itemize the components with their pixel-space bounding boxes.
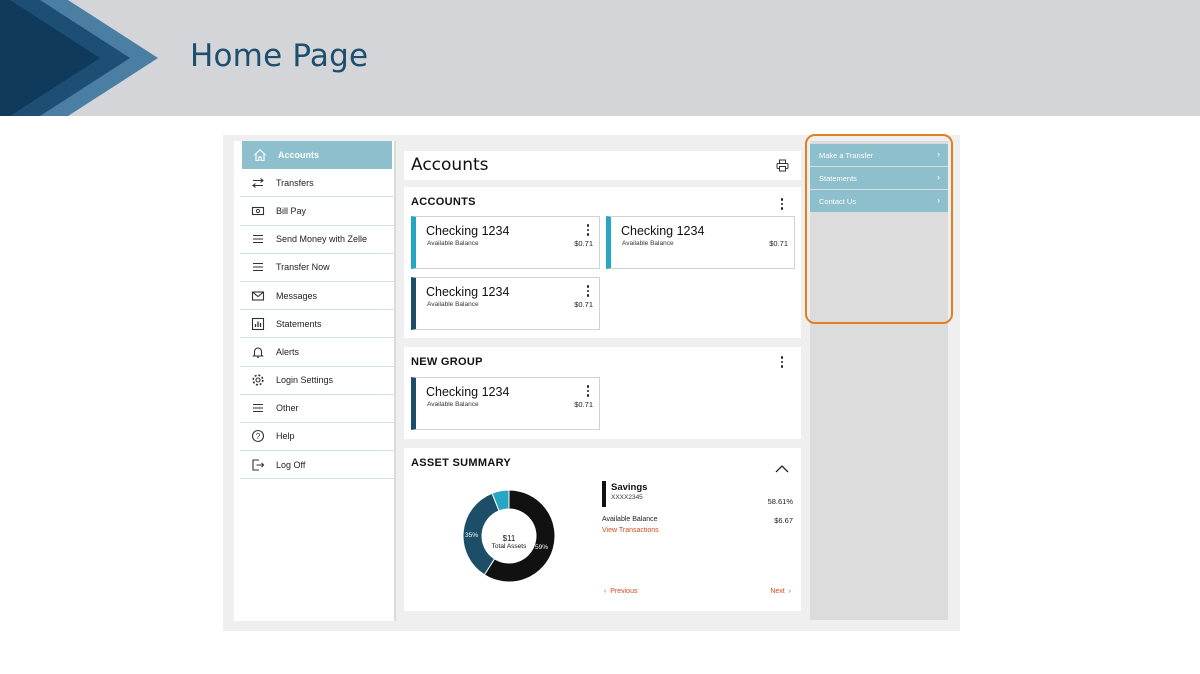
sidebar-item-label: Accounts [278,150,320,161]
sidebar-item-alerts[interactable]: Alerts [240,338,394,367]
menu-icon [250,400,266,416]
available-balance-amount: $6.67 [774,516,793,525]
chevron-logo-icon [0,0,158,116]
slide: Home Page Accounts Transfers Bill Pay Se… [0,0,1200,674]
sidebar-item-label: Transfers [276,177,314,188]
callout-highlight-box [805,134,953,324]
sidebar-item-help[interactable]: ? Help [240,423,394,452]
more-options-icon[interactable] [777,355,787,369]
sidebar-item-label: Statements [276,318,322,329]
header-banner: Home Page [0,0,1200,116]
previous-label: Previous [610,588,638,595]
legend-account-name: Savings [611,482,648,493]
svg-text:?: ? [256,432,261,441]
section-title: ACCOUNTS [411,196,476,208]
account-card[interactable]: Checking 1234 Available Balance $0.71 [411,216,600,269]
previous-link[interactable]: ‹ Previous [604,588,637,595]
sidebar-item-label: Login Settings [276,375,334,386]
sidebar-item-login-settings[interactable]: Login Settings [240,367,394,395]
menu-icon [250,259,266,275]
account-balance: $0.71 [574,239,593,248]
sidebar-item-label: Alerts [276,346,300,357]
accounts-section: ACCOUNTS Checking 1234 Available Balance… [404,187,801,338]
next-label: Next [770,588,785,595]
account-balance-label: Available Balance [622,240,674,247]
menu-icon [250,231,266,247]
more-options-icon[interactable] [583,384,593,398]
sidebar-item-transfers[interactable]: Transfers [240,169,394,198]
chevron-up-icon[interactable] [775,460,789,478]
sidebar-item-messages[interactable]: Messages [240,282,394,311]
account-balance-label: Available Balance [427,240,479,247]
account-balance-label: Available Balance [427,301,479,308]
sidebar-item-transfer-now[interactable]: Transfer Now [240,254,394,282]
page-header: Accounts [404,151,801,180]
more-options-icon[interactable] [583,284,593,298]
account-balance: $0.71 [574,400,593,409]
account-balance: $0.71 [574,300,593,309]
bill-icon [250,203,266,219]
more-options-icon[interactable] [777,197,787,211]
account-balance: $0.71 [769,239,788,248]
legend-percent: 58.61% [767,497,793,506]
sidebar-nav: Accounts Transfers Bill Pay Send Money w… [234,141,396,621]
bell-icon [250,344,266,360]
section-title: ASSET SUMMARY [411,457,512,469]
sidebar-item-label: Other [276,403,299,414]
new-group-section: NEW GROUP Checking 1234 Available Balanc… [404,347,801,439]
segment-percent-label: 59% [535,544,549,551]
transfer-arrows-icon [250,175,266,191]
home-icon [252,147,268,163]
account-name: Checking 1234 [426,224,510,238]
sidebar-item-accounts[interactable]: Accounts [242,141,392,170]
account-card[interactable]: Checking 1234 Available Balance $0.71 [411,377,600,430]
sidebar-item-bill-pay[interactable]: Bill Pay [240,197,394,226]
sidebar-item-label: Bill Pay [276,205,307,216]
account-balance-label: Available Balance [427,401,479,408]
available-balance-label: Available Balance [602,516,658,523]
total-assets-label: Total Assets [491,543,527,550]
sidebar-item-label: Log Off [276,459,306,470]
chevron-right-icon: › [788,588,791,595]
page-title: Accounts [411,155,489,175]
sidebar-item-other[interactable]: Other [240,395,394,423]
sidebar-item-statements[interactable]: Statements [240,310,394,339]
sidebar-item-label: Transfer Now [276,262,330,273]
account-name: Checking 1234 [426,385,510,399]
gear-icon [250,372,266,388]
legend-account-number: XXXX2345 [611,494,643,501]
legend-swatch [602,481,606,507]
logout-icon [250,457,266,473]
bar-chart-icon [250,316,266,332]
account-card[interactable]: Checking 1234 Available Balance $0.71 [411,277,600,330]
segment-percent-label: 35% [465,532,479,539]
section-title: NEW GROUP [411,356,483,368]
more-options-icon[interactable] [583,223,593,237]
sidebar-item-label: Help [276,431,295,442]
sidebar-item-label: Messages [276,290,318,301]
view-transactions-link[interactable]: View Transactions [602,527,659,534]
chevron-left-icon: ‹ [604,588,607,595]
help-icon: ? [250,428,266,444]
slide-title: Home Page [190,38,369,74]
sidebar-item-label: Send Money with Zelle [276,234,368,245]
total-assets-amount: $11 [502,534,516,543]
next-link[interactable]: Next › [770,588,791,595]
sidebar-item-send-money-zelle[interactable]: Send Money with Zelle [240,226,394,254]
asset-summary-section: ASSET SUMMARY 35% 59% $11 Total Assets S… [404,448,801,611]
account-card[interactable]: Checking 1234 Available Balance $0.71 [606,216,795,269]
print-icon[interactable] [776,159,789,177]
account-name: Checking 1234 [426,285,510,299]
sidebar-item-log-off[interactable]: Log Off [240,451,394,480]
account-name: Checking 1234 [621,224,705,238]
envelope-icon [250,288,266,304]
